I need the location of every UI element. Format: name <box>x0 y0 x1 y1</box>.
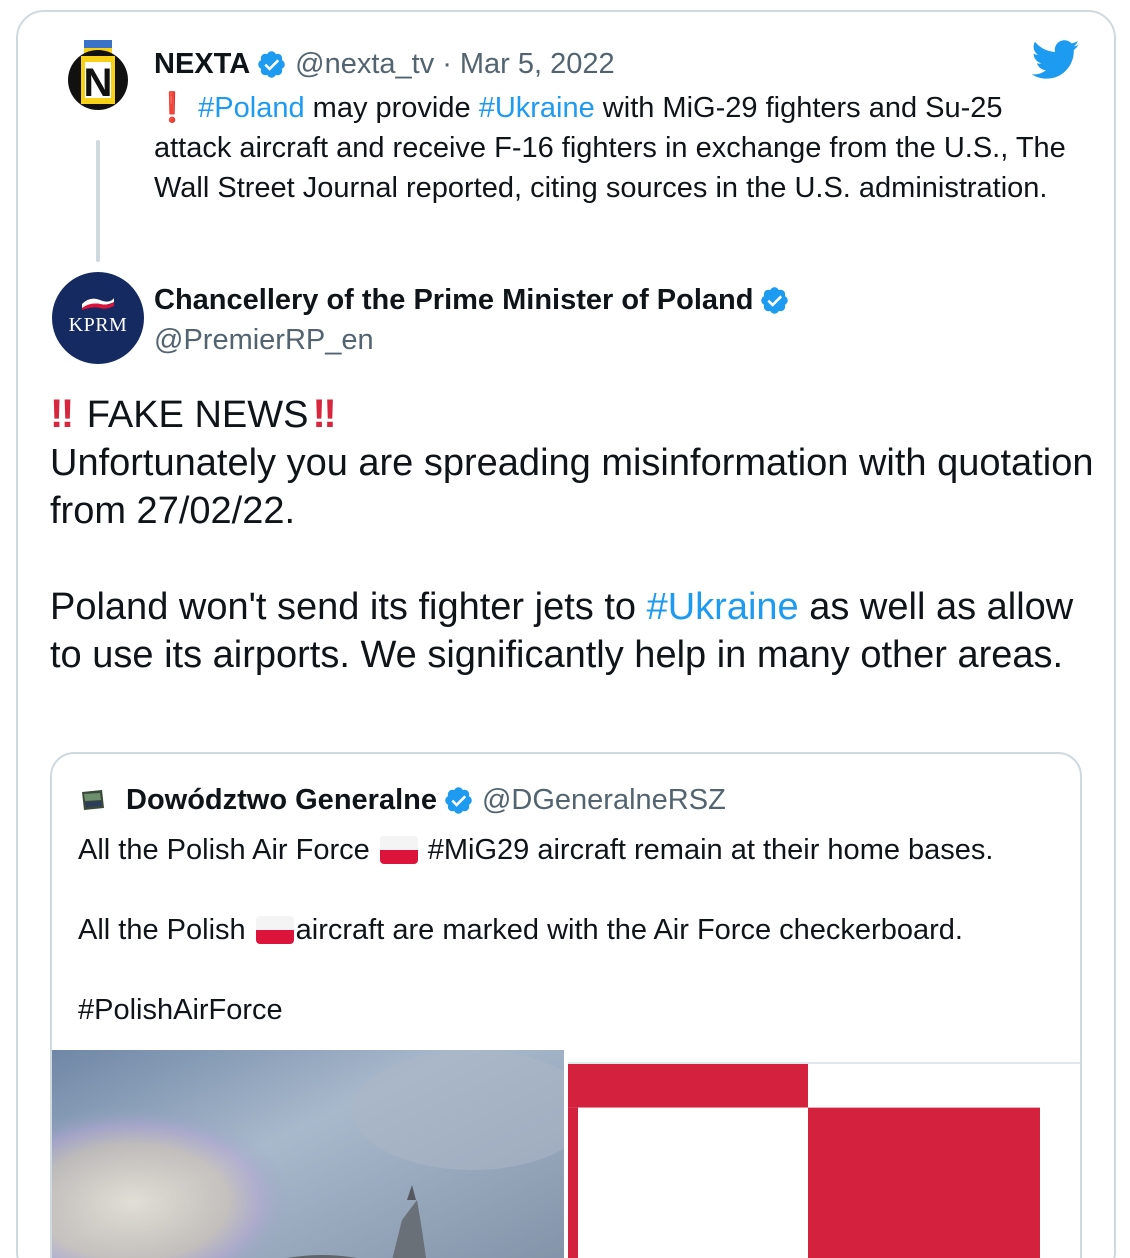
poland-flag-icon <box>255 916 294 944</box>
alert-emoji: ❗ <box>154 92 191 124</box>
parent-tweet-header: NEXTA @nexta_tv · Mar 5, 2022 <box>154 44 615 84</box>
dowodztwo-avatar[interactable] <box>78 788 106 812</box>
main-text-part-a: Poland won't send its fighter jets to <box>50 586 647 628</box>
parent-tweet-date[interactable]: Mar 5, 2022 <box>460 48 615 81</box>
quoted-line-2: All the Polish aircraft are marked with … <box>78 910 1068 950</box>
quoted-author-name[interactable]: Dowództwo Generalne <box>126 784 437 817</box>
quoted-author-handle[interactable]: @DGeneralneRSZ <box>482 784 726 817</box>
quoted-line-2-b: aircraft are marked with the Air Force c… <box>295 914 963 946</box>
parent-author-name[interactable]: NEXTA <box>154 48 250 81</box>
nexta-avatar[interactable]: N <box>62 40 134 112</box>
parent-author-handle[interactable]: @nexta_tv <box>295 48 434 81</box>
header-separator: · <box>442 47 452 80</box>
hashtag-ukraine-link[interactable]: #Ukraine <box>647 586 799 628</box>
quoted-line-1: All the Polish Air Force #MiG29 aircraft… <box>78 830 1068 870</box>
main-headline-line: ‼ FAKE NEWS ‼ <box>50 390 1100 439</box>
poland-flag-icon <box>379 836 418 864</box>
hashtag-poland-link[interactable]: #Poland <box>198 92 304 124</box>
quoted-tweet[interactable]: Dowództwo Generalne @DGeneralneRSZ All t… <box>50 752 1082 1258</box>
double-exclamation-emoji: ‼ <box>312 392 336 436</box>
main-headline: FAKE NEWS <box>76 394 309 436</box>
quoted-line-1-b: #MiG29 aircraft remain at their home bas… <box>427 834 994 866</box>
quoted-gap <box>78 870 1068 910</box>
parent-tweet-text: ❗ #Poland may provide #Ukraine with MiG-… <box>154 88 1084 208</box>
kprm-flag-logo <box>82 298 114 310</box>
nexta-avatar-letter: N <box>84 61 113 105</box>
verified-badge-icon <box>258 50 285 78</box>
main-text-paragraph-2: Poland won't send its fighter jets to #U… <box>50 583 1100 679</box>
verified-badge-icon <box>761 286 789 314</box>
kprm-avatar[interactable]: KPRM <box>52 272 144 364</box>
quoted-line-1-a: All the Polish Air Force <box>78 834 370 866</box>
air-force-checkerboard-image[interactable] <box>568 1062 1082 1258</box>
main-tweet-header: Chancellery of the Prime Minister of Pol… <box>154 280 798 320</box>
hashtag-ukraine-link[interactable]: #Ukraine <box>479 92 595 124</box>
quoted-tweet-header: Dowództwo Generalne @DGeneralneRSZ <box>78 780 726 820</box>
parent-text-part-1: may provide <box>304 92 479 124</box>
verified-badge-icon <box>445 786 472 814</box>
quoted-gap <box>78 950 1068 990</box>
quoted-line-3: #PolishAirForce <box>78 990 1068 1030</box>
double-exclamation-emoji: ‼ <box>50 392 74 436</box>
quoted-tweet-media <box>52 1050 1082 1258</box>
quoted-tweet-text: All the Polish Air Force #MiG29 aircraft… <box>78 830 1068 1030</box>
main-author-handle[interactable]: @PremierRP_en <box>154 320 374 360</box>
main-author-name[interactable]: Chancellery of the Prime Minister of Pol… <box>154 284 753 317</box>
twitter-bird-icon[interactable] <box>1032 40 1080 80</box>
mig29-photo[interactable] <box>52 1050 564 1258</box>
quoted-line-2-a: All the Polish <box>78 914 246 946</box>
main-tweet-text: ‼ FAKE NEWS ‼ Unfortunately you are sprea… <box>50 390 1100 679</box>
hashtag-polish-air-force[interactable]: #PolishAirForce <box>78 990 283 1030</box>
kprm-avatar-text: KPRM <box>68 314 128 336</box>
thread-connector-line <box>96 140 100 262</box>
main-text-paragraph-1: Unfortunately you are spreading misinfor… <box>50 442 1094 532</box>
